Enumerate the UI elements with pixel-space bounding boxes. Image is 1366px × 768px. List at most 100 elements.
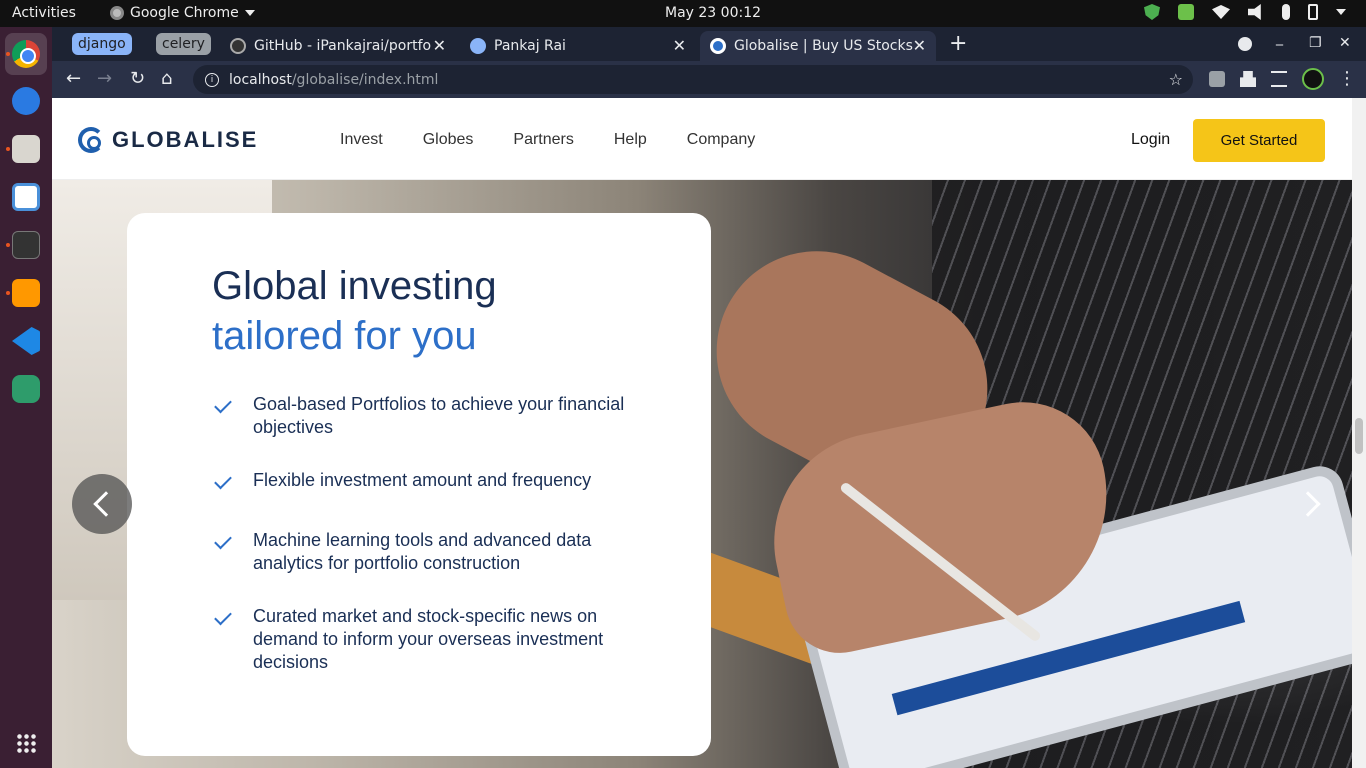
site-header: GLOBALISE Invest Globes Partners Help Co… bbox=[52, 98, 1352, 180]
globe-icon bbox=[470, 38, 486, 54]
system-tray[interactable] bbox=[1144, 4, 1346, 20]
list-item: Curated market and stock-specific news o… bbox=[213, 605, 633, 674]
new-tab-button[interactable]: + bbox=[949, 33, 967, 55]
avatar[interactable] bbox=[1302, 68, 1324, 90]
browser-toolbar: ← → ↻ ⌂ i localhost /globalise/index.htm… bbox=[52, 61, 1366, 98]
terminal-icon bbox=[12, 231, 40, 259]
nav-globes[interactable]: Globes bbox=[423, 131, 474, 149]
close-icon[interactable]: ✕ bbox=[913, 36, 926, 55]
nav-invest[interactable]: Invest bbox=[340, 131, 383, 149]
wifi-icon[interactable] bbox=[1212, 5, 1230, 19]
dock-terminal[interactable] bbox=[5, 224, 47, 266]
activities-button[interactable]: Activities bbox=[12, 5, 76, 21]
reading-list-icon[interactable] bbox=[1271, 71, 1287, 87]
logo-text: GLOBALISE bbox=[112, 127, 259, 152]
list-item: Flexible investment amount and frequency bbox=[213, 469, 633, 492]
check-icon bbox=[214, 395, 232, 414]
close-icon[interactable]: ✕ bbox=[673, 36, 686, 55]
site-info-icon[interactable]: i bbox=[205, 72, 219, 87]
globalise-icon bbox=[710, 38, 726, 54]
check-icon bbox=[214, 607, 232, 626]
feature-text: Flexible investment amount and frequency bbox=[253, 470, 592, 490]
menu-kebab-icon[interactable]: ⋮ bbox=[1338, 69, 1356, 89]
chevron-down-icon bbox=[244, 10, 255, 16]
page-viewport: GLOBALISE Invest Globes Partners Help Co… bbox=[52, 98, 1366, 768]
hero-title-line2: tailored for you bbox=[212, 314, 477, 358]
tab-globalise[interactable]: Globalise | Buy US Stocks ✕ bbox=[700, 31, 936, 61]
url-path: /globalise/index.html bbox=[291, 71, 439, 88]
dock-sublime[interactable] bbox=[5, 272, 47, 314]
nav-partners[interactable]: Partners bbox=[513, 131, 573, 149]
chrome-icon bbox=[110, 6, 124, 20]
feature-text: Goal-based Portfolios to achieve your fi… bbox=[253, 394, 625, 437]
app-menu-label: Google Chrome bbox=[130, 5, 239, 21]
feature-text: Machine learning tools and advanced data… bbox=[253, 530, 592, 573]
check-icon bbox=[214, 531, 232, 550]
check-icon bbox=[214, 471, 232, 490]
files-icon bbox=[12, 135, 40, 163]
chevron-right-icon bbox=[1295, 491, 1321, 517]
clock[interactable]: May 23 00:12 bbox=[665, 5, 761, 21]
tab-search-icon[interactable] bbox=[1238, 37, 1252, 51]
nav-help[interactable]: Help bbox=[614, 131, 647, 149]
extension-icon[interactable] bbox=[1209, 71, 1225, 87]
hero-title: Global investing tailored for you bbox=[212, 261, 497, 361]
minimize-icon[interactable]: _ bbox=[1276, 30, 1283, 46]
scrollbar-thumb[interactable] bbox=[1355, 418, 1363, 454]
tab-group-celery[interactable]: celery bbox=[156, 33, 211, 55]
window-close-icon[interactable]: ✕ bbox=[1339, 35, 1351, 51]
system-top-bar: Activities Google Chrome May 23 00:12 bbox=[0, 0, 1366, 27]
forward-icon[interactable]: → bbox=[97, 69, 112, 89]
reload-icon[interactable]: ↻ bbox=[130, 69, 145, 89]
sublime-text-icon bbox=[12, 279, 40, 307]
dock-files[interactable] bbox=[5, 128, 47, 170]
app-icon bbox=[12, 375, 40, 403]
tab-pankaj-rai[interactable]: Pankaj Rai ✕ bbox=[460, 31, 696, 61]
address-bar[interactable]: i localhost /globalise/index.html ☆ bbox=[193, 65, 1193, 94]
list-item: Machine learning tools and advanced data… bbox=[213, 529, 633, 575]
dock-app[interactable] bbox=[5, 368, 47, 410]
dock-thunderbird[interactable] bbox=[5, 80, 47, 122]
volume-icon[interactable] bbox=[1248, 4, 1261, 20]
chrome-icon bbox=[12, 40, 40, 68]
carousel-next-button[interactable] bbox=[1282, 474, 1342, 534]
system-menu-chevron-icon[interactable] bbox=[1336, 9, 1346, 15]
dock-chrome[interactable] bbox=[5, 33, 47, 75]
back-icon[interactable]: ← bbox=[66, 69, 81, 89]
globalise-logo-icon bbox=[78, 127, 104, 153]
shield-icon[interactable] bbox=[1144, 4, 1160, 20]
hero-card: Global investing tailored for you Goal-b… bbox=[127, 213, 711, 756]
site-logo[interactable]: GLOBALISE bbox=[78, 127, 258, 153]
github-icon bbox=[230, 38, 246, 54]
list-item: Goal-based Portfolios to achieve your fi… bbox=[213, 393, 633, 439]
nav-company[interactable]: Company bbox=[687, 131, 755, 149]
dock-text-editor[interactable] bbox=[5, 176, 47, 218]
tab-title: Globalise | Buy US Stocks bbox=[734, 38, 913, 54]
close-icon[interactable]: ✕ bbox=[433, 36, 446, 55]
battery-icon[interactable] bbox=[1308, 4, 1318, 20]
show-applications[interactable] bbox=[5, 722, 47, 764]
hero-title-line1: Global investing bbox=[212, 264, 497, 308]
dock bbox=[0, 27, 52, 768]
tab-group-django[interactable]: django bbox=[72, 33, 132, 55]
grid-icon bbox=[16, 733, 36, 753]
get-started-button[interactable]: Get Started bbox=[1193, 119, 1325, 162]
home-icon[interactable]: ⌂ bbox=[161, 69, 172, 89]
page-scrollbar[interactable] bbox=[1352, 98, 1366, 768]
dock-vscode[interactable] bbox=[5, 320, 47, 362]
updates-icon[interactable] bbox=[1178, 4, 1194, 20]
maximize-icon[interactable]: ❐ bbox=[1309, 35, 1322, 51]
tab-github[interactable]: GitHub - iPankajrai/portfo ✕ bbox=[220, 31, 456, 61]
tab-strip: django celery GitHub - iPankajrai/portfo… bbox=[52, 27, 1366, 61]
login-link[interactable]: Login bbox=[1131, 131, 1170, 149]
app-menu[interactable]: Google Chrome bbox=[110, 5, 255, 21]
carousel-prev-button[interactable] bbox=[72, 474, 132, 534]
thunderbird-icon bbox=[12, 87, 40, 115]
extensions-puzzle-icon[interactable] bbox=[1240, 71, 1256, 87]
bookmark-star-icon[interactable]: ☆ bbox=[1169, 70, 1183, 89]
url-host: localhost bbox=[229, 71, 292, 88]
text-editor-icon bbox=[12, 183, 40, 211]
microphone-icon[interactable] bbox=[1282, 4, 1290, 20]
tab-title: Pankaj Rai bbox=[494, 38, 566, 54]
feature-text: Curated market and stock-specific news o… bbox=[253, 606, 604, 672]
